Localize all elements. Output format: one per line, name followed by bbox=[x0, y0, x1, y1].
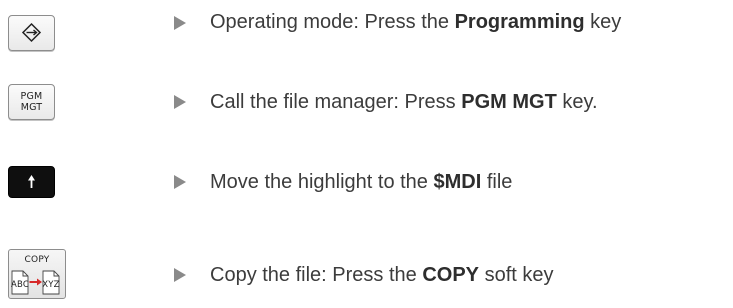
bullet-icon bbox=[174, 16, 186, 30]
pgm-mgt-key-line1: PGM bbox=[20, 91, 43, 102]
bullet-icon bbox=[174, 95, 186, 109]
step-3-text-post: file bbox=[481, 171, 513, 193]
pgm-mgt-key[interactable]: PGM MGT bbox=[8, 84, 55, 120]
step-4: COPY ABC XYZ Copy the file: Press the CO… bbox=[0, 235, 733, 308]
step-1-text-pre: Operating mode: Press the bbox=[210, 11, 455, 33]
step-4-text-post: soft key bbox=[479, 264, 554, 286]
bullet-icon bbox=[174, 175, 186, 189]
pgm-mgt-key-line2: MGT bbox=[20, 102, 43, 113]
arrow-up-key[interactable] bbox=[8, 166, 55, 198]
step-4-text-pre: Copy the file: Press the bbox=[210, 264, 423, 286]
copy-target-label: XYZ bbox=[42, 280, 60, 290]
programming-key[interactable] bbox=[8, 15, 55, 51]
step-4-text-bold: COPY bbox=[422, 264, 480, 286]
step-3-text-pre: Move the highlight to the bbox=[210, 171, 434, 193]
arrow-up-icon bbox=[28, 175, 35, 188]
programming-icon bbox=[21, 22, 42, 43]
step-4-text: Copy the file: Press the COPY soft key bbox=[210, 263, 554, 287]
bullet-icon bbox=[174, 268, 186, 282]
step-1: Operating mode: Press the Programming ke… bbox=[0, 0, 733, 70]
step-1-text-post: key bbox=[584, 11, 622, 33]
step-3-text: Move the highlight to the $MDI file bbox=[210, 170, 512, 194]
step-3: Move the highlight to the $MDI file bbox=[0, 155, 733, 215]
copy-soft-key[interactable]: COPY ABC XYZ bbox=[8, 249, 66, 299]
step-2-text-pre: Call the file manager: Press bbox=[210, 91, 462, 113]
step-2-text: Call the file manager: Press PGM MGT key… bbox=[210, 90, 598, 114]
step-1-text-bold: Programming bbox=[454, 11, 585, 33]
step-2-text-bold: PGM MGT bbox=[461, 91, 557, 113]
step-3-text-bold: $MDI bbox=[433, 171, 482, 193]
step-2-text-post: key. bbox=[556, 91, 598, 113]
step-1-text: Operating mode: Press the Programming ke… bbox=[210, 10, 621, 34]
step-2: PGM MGT Call the file manager: Press PGM… bbox=[0, 75, 733, 135]
copy-source-label: ABC bbox=[11, 280, 30, 290]
